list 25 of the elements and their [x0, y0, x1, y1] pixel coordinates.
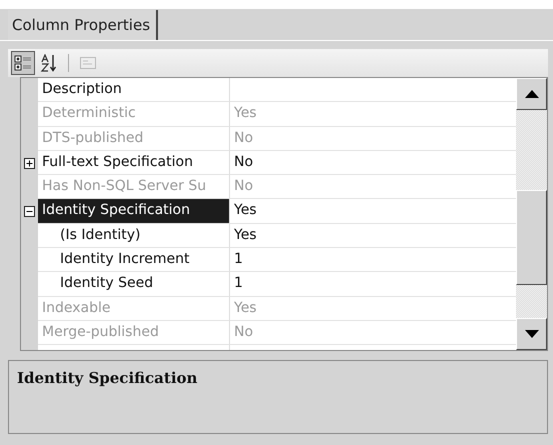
description-title: Identity Specification: [17, 369, 198, 387]
categorized-button[interactable]: [11, 51, 35, 75]
property-name[interactable]: Identity Specification: [38, 199, 230, 224]
property-value[interactable]: Yes: [234, 202, 257, 218]
categorized-icon: [14, 54, 32, 72]
property-value[interactable]: Yes: [234, 226, 257, 243]
scroll-thumb[interactable]: [516, 190, 547, 285]
property-name[interactable]: Identity Seed: [38, 272, 230, 297]
property-name[interactable]: Identity Increment: [38, 248, 230, 272]
property-name[interactable]: Full-text Specification: [38, 150, 230, 176]
collapse-icon[interactable]: [24, 206, 35, 218]
property-name[interactable]: (Is Identity): [38, 224, 230, 248]
expand-icon[interactable]: [24, 158, 35, 169]
up-arrow-icon: [524, 90, 538, 98]
property-name[interactable]: Description: [38, 78, 230, 102]
property-value[interactable]: 1: [234, 251, 243, 268]
property-value[interactable]: No: [234, 154, 254, 170]
scroll-up-button[interactable]: [516, 78, 547, 110]
scroll-down-button[interactable]: [516, 318, 547, 350]
property-pages-icon: [79, 54, 97, 72]
down-arrow-icon: [524, 330, 538, 338]
property-value[interactable]: 1: [234, 275, 243, 292]
tab[interactable]: Column Properties: [8, 10, 158, 40]
sort-icon: [40, 54, 58, 72]
scrollbar[interactable]: [516, 78, 547, 350]
